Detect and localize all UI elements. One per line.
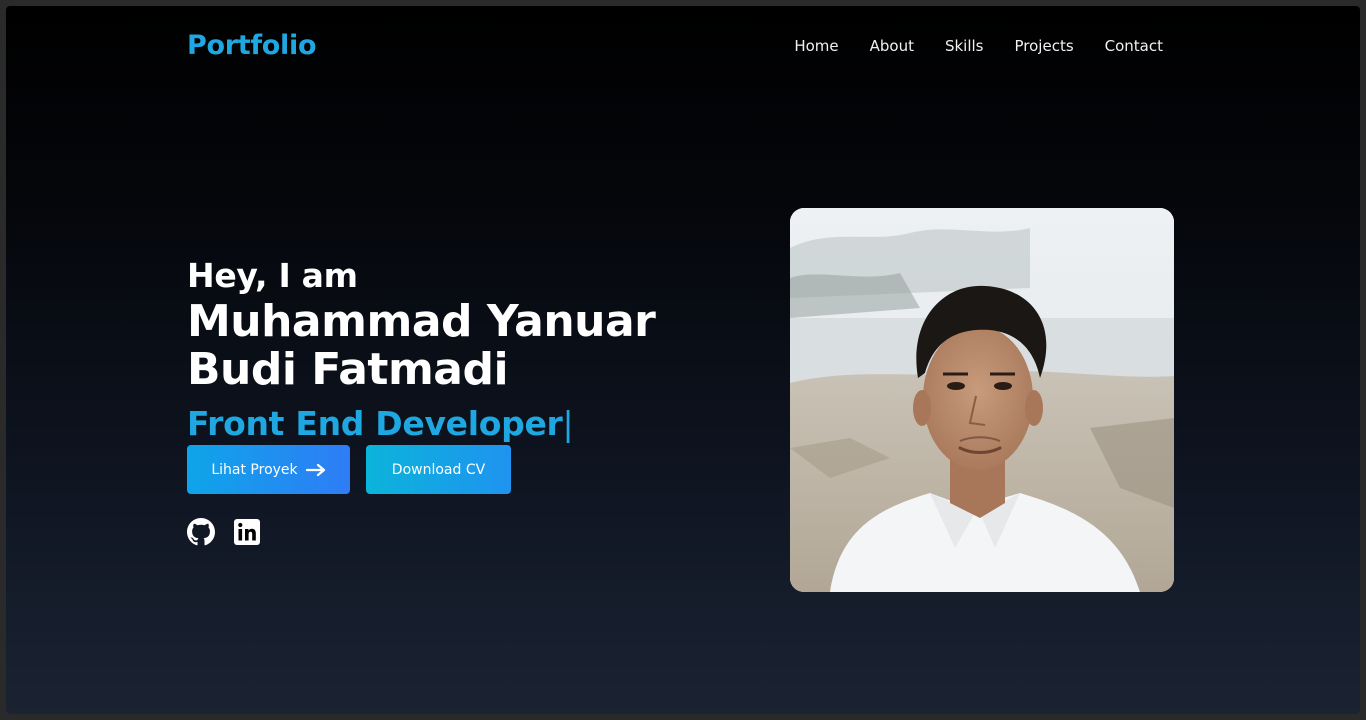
arrow-right-icon — [305, 460, 326, 480]
hero-role-text: Front End Developer — [187, 404, 563, 443]
hero-role: Front End Developer| — [187, 402, 777, 446]
nav-menu: Home About Skills Projects Contact — [794, 37, 1163, 55]
download-cv-button[interactable]: Download CV — [366, 445, 511, 494]
page: Portfolio Home About Skills Projects Con… — [6, 6, 1360, 714]
typing-cursor: | — [562, 404, 574, 443]
hero-name: Muhammad Yanuar Budi Fatmadi — [187, 296, 656, 395]
github-icon[interactable] — [187, 518, 215, 546]
nav-link-skills[interactable]: Skills — [945, 37, 984, 55]
hero-greeting: Hey, I am — [187, 256, 358, 295]
linkedin-icon[interactable] — [233, 518, 261, 546]
nav-link-projects[interactable]: Projects — [1015, 37, 1074, 55]
download-cv-label: Download CV — [391, 461, 486, 478]
hero-buttons: Lihat Proyek Download CV — [187, 445, 511, 494]
nav-link-home[interactable]: Home — [794, 37, 838, 55]
nav-link-about[interactable]: About — [870, 37, 914, 55]
profile-photo — [790, 208, 1174, 592]
social-links — [187, 518, 261, 546]
hero-text: Hey, I am Muhammad Yanuar Budi Fatmadi F… — [187, 256, 777, 446]
nav-link-contact[interactable]: Contact — [1105, 37, 1163, 55]
brand-logo[interactable]: Portfolio — [187, 30, 317, 61]
navbar: Portfolio Home About Skills Projects Con… — [6, 6, 1360, 90]
view-projects-button[interactable]: Lihat Proyek — [187, 445, 350, 494]
view-projects-label: Lihat Proyek — [211, 461, 298, 478]
